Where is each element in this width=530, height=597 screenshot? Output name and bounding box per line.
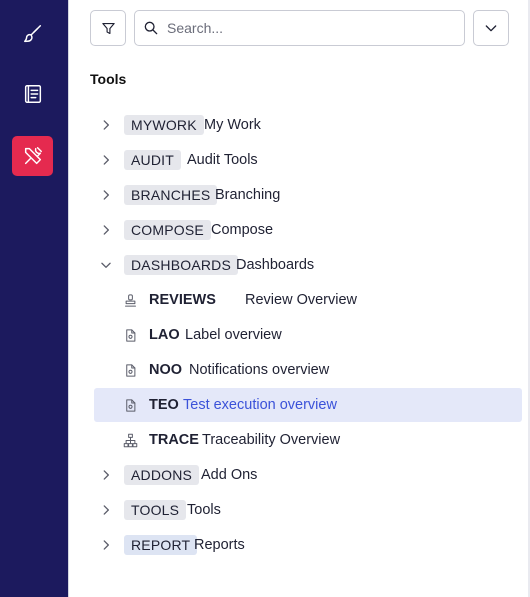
tree-item-dashboards[interactable]: DASHBOARDS Dashboards	[94, 248, 522, 282]
tree-item-label: Audit Tools	[187, 152, 258, 168]
tree-child-label: Review Overview	[245, 292, 357, 308]
chevron-down-icon[interactable]	[99, 258, 113, 272]
tree-child-label: Notifications overview	[189, 362, 330, 378]
document-icon	[126, 363, 136, 377]
chevron-down-icon	[485, 25, 497, 32]
rail-item-docs[interactable]	[12, 74, 53, 114]
tree-item-code: REPORT	[124, 535, 198, 555]
expand-dropdown-button[interactable]	[473, 10, 509, 46]
chevron-right-icon[interactable]	[99, 223, 113, 237]
chevron-right-icon[interactable]	[99, 538, 113, 552]
book-icon	[24, 85, 41, 103]
tree-item-mywork[interactable]: MYWORK My Work	[94, 108, 522, 142]
tree-item-audit[interactable]: AUDIT Audit Tools	[94, 143, 522, 177]
tree-item-label: My Work	[204, 117, 261, 133]
tree-child-noo[interactable]: NOO Notifications overview	[94, 353, 522, 387]
tree-item-label: Dashboards	[236, 257, 315, 273]
chevron-right-icon[interactable]	[99, 118, 113, 132]
tools-panel: Tools MYWORK My Work AUDIT Audit Tools B…	[68, 0, 530, 597]
chevron-right-icon[interactable]	[99, 468, 113, 482]
tree-child-label: Test execution overview	[183, 397, 337, 413]
tree-item-label: Reports	[194, 537, 245, 553]
tree-item-code: ADDONS	[124, 465, 200, 485]
search-input[interactable]	[167, 20, 464, 36]
tree-item-code: MYWORK	[124, 115, 204, 135]
tree-child-code: LAO	[149, 327, 180, 343]
tree-item-label: Add Ons	[201, 467, 258, 483]
filter-button[interactable]	[90, 10, 126, 46]
brush-icon	[23, 25, 41, 43]
rail-item-tools[interactable]	[12, 136, 53, 176]
section-title: Tools	[90, 71, 127, 87]
tree-child-teo[interactable]: TEO Test execution overview	[94, 388, 522, 422]
tree-item-report[interactable]: REPORT Reports	[94, 528, 522, 562]
tree-child-code: TEO	[149, 397, 179, 413]
tree-child-trace[interactable]: TRACE Traceability Overview	[94, 423, 522, 457]
tree-item-addons[interactable]: ADDONS Add Ons	[94, 458, 522, 492]
tree-item-code: COMPOSE	[124, 220, 211, 240]
tree-item-branches[interactable]: BRANCHES Branching	[94, 178, 522, 212]
tree-child-label: Label overview	[185, 327, 282, 343]
tree-item-code: DASHBOARDS	[124, 255, 239, 275]
tree-item-tools[interactable]: TOOLS Tools	[94, 493, 522, 527]
tree-child-reviews[interactable]: REVIEWS Review Overview	[94, 283, 522, 317]
chevron-right-icon[interactable]	[99, 188, 113, 202]
tree-child-label: Traceability Overview	[202, 432, 341, 448]
tree-item-code: TOOLS	[124, 500, 187, 520]
rail-item-design[interactable]	[12, 14, 53, 54]
tools-icon	[24, 147, 42, 165]
tree-child-code: NOO	[149, 362, 183, 378]
tree-item-compose[interactable]: COMPOSE Compose	[94, 213, 522, 247]
tree-child-code: REVIEWS	[149, 292, 216, 308]
tree-child-lao[interactable]: LAO Label overview	[94, 318, 522, 352]
tree-item-label: Compose	[211, 222, 274, 238]
chevron-right-icon[interactable]	[99, 153, 113, 167]
tree-item-code: BRANCHES	[124, 185, 218, 205]
document-icon	[126, 328, 136, 342]
tree-child-code: TRACE	[149, 432, 199, 448]
chevron-right-icon[interactable]	[99, 503, 113, 517]
app-rail	[0, 0, 68, 597]
search-box	[134, 10, 465, 46]
document-icon	[126, 398, 136, 412]
search-icon	[144, 21, 158, 35]
tree-item-label: Tools	[187, 502, 221, 518]
hierarchy-icon	[123, 433, 138, 447]
tree-item-code: AUDIT	[124, 150, 181, 170]
filter-icon	[101, 22, 115, 34]
tree-item-label: Branching	[215, 187, 281, 203]
stamp-icon	[125, 293, 136, 307]
